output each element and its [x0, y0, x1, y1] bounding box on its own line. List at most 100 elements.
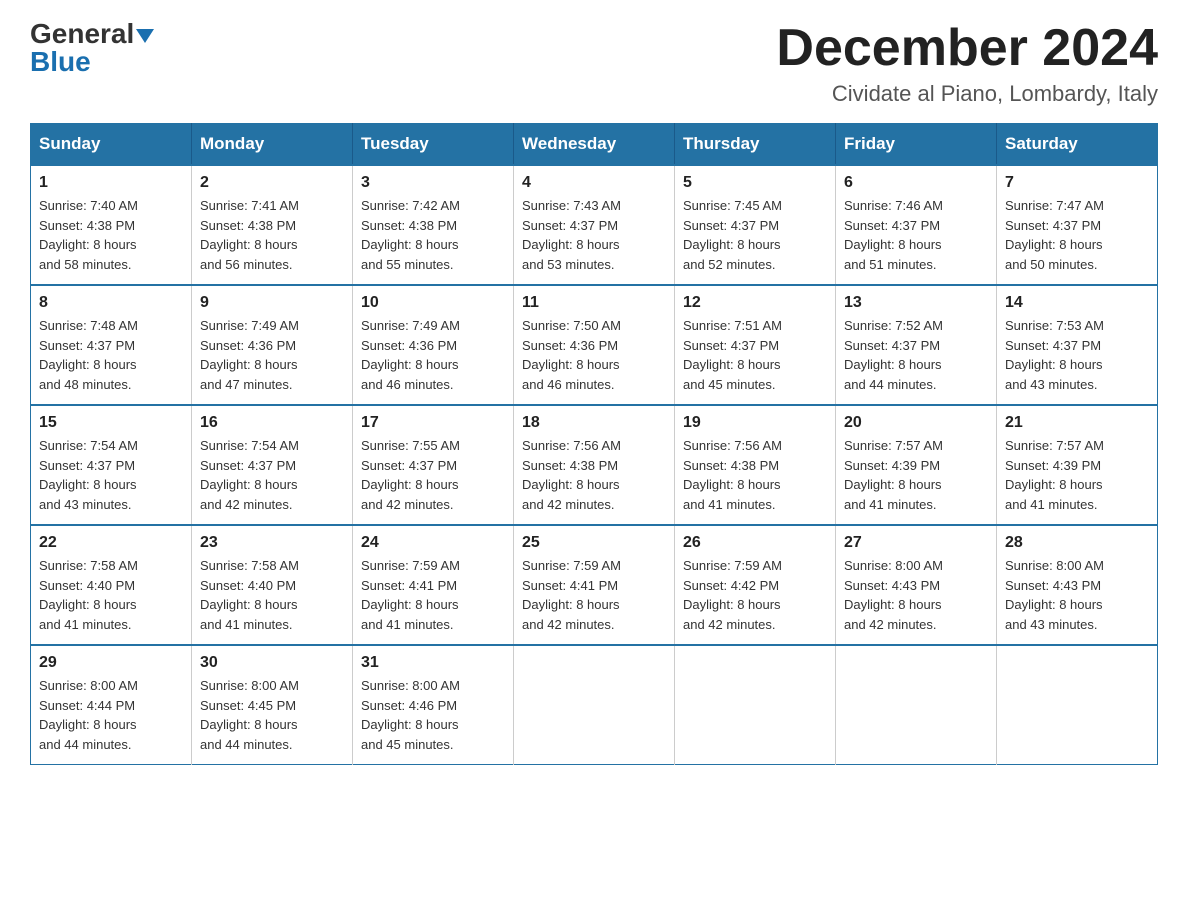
calendar-day-cell: 30 Sunrise: 8:00 AM Sunset: 4:45 PM Dayl… [192, 645, 353, 765]
calendar-day-cell: 24 Sunrise: 7:59 AM Sunset: 4:41 PM Dayl… [353, 525, 514, 645]
day-number: 11 [522, 294, 666, 312]
calendar-day-cell: 5 Sunrise: 7:45 AM Sunset: 4:37 PM Dayli… [675, 165, 836, 285]
calendar-empty-cell [997, 645, 1158, 765]
day-number: 9 [200, 294, 344, 312]
day-number: 22 [39, 534, 183, 552]
calendar-day-cell: 6 Sunrise: 7:46 AM Sunset: 4:37 PM Dayli… [836, 165, 997, 285]
day-number: 31 [361, 654, 505, 672]
day-number: 14 [1005, 294, 1149, 312]
logo-general-line: General [30, 20, 154, 48]
day-info: Sunrise: 7:52 AM Sunset: 4:37 PM Dayligh… [844, 316, 988, 394]
calendar-week-row: 29 Sunrise: 8:00 AM Sunset: 4:44 PM Dayl… [31, 645, 1158, 765]
column-header-wednesday: Wednesday [514, 124, 675, 166]
column-header-tuesday: Tuesday [353, 124, 514, 166]
day-number: 1 [39, 174, 183, 192]
day-number: 21 [1005, 414, 1149, 432]
day-info: Sunrise: 7:58 AM Sunset: 4:40 PM Dayligh… [39, 556, 183, 634]
column-header-monday: Monday [192, 124, 353, 166]
day-info: Sunrise: 8:00 AM Sunset: 4:46 PM Dayligh… [361, 676, 505, 754]
day-info: Sunrise: 7:59 AM Sunset: 4:41 PM Dayligh… [522, 556, 666, 634]
logo-triangle-icon [136, 29, 154, 43]
column-header-saturday: Saturday [997, 124, 1158, 166]
calendar-day-cell: 15 Sunrise: 7:54 AM Sunset: 4:37 PM Dayl… [31, 405, 192, 525]
logo-general-text: General [30, 18, 134, 49]
calendar-day-cell: 2 Sunrise: 7:41 AM Sunset: 4:38 PM Dayli… [192, 165, 353, 285]
day-info: Sunrise: 7:58 AM Sunset: 4:40 PM Dayligh… [200, 556, 344, 634]
day-number: 10 [361, 294, 505, 312]
calendar-day-cell: 22 Sunrise: 7:58 AM Sunset: 4:40 PM Dayl… [31, 525, 192, 645]
day-number: 12 [683, 294, 827, 312]
day-info: Sunrise: 7:41 AM Sunset: 4:38 PM Dayligh… [200, 196, 344, 274]
day-info: Sunrise: 7:59 AM Sunset: 4:41 PM Dayligh… [361, 556, 505, 634]
day-number: 24 [361, 534, 505, 552]
day-number: 8 [39, 294, 183, 312]
logo: General Blue [30, 20, 154, 76]
day-info: Sunrise: 7:46 AM Sunset: 4:37 PM Dayligh… [844, 196, 988, 274]
day-number: 7 [1005, 174, 1149, 192]
calendar-empty-cell [514, 645, 675, 765]
day-number: 25 [522, 534, 666, 552]
calendar-day-cell: 10 Sunrise: 7:49 AM Sunset: 4:36 PM Dayl… [353, 285, 514, 405]
day-info: Sunrise: 8:00 AM Sunset: 4:45 PM Dayligh… [200, 676, 344, 754]
calendar-day-cell: 26 Sunrise: 7:59 AM Sunset: 4:42 PM Dayl… [675, 525, 836, 645]
calendar-day-cell: 16 Sunrise: 7:54 AM Sunset: 4:37 PM Dayl… [192, 405, 353, 525]
calendar-empty-cell [836, 645, 997, 765]
day-number: 29 [39, 654, 183, 672]
calendar-day-cell: 13 Sunrise: 7:52 AM Sunset: 4:37 PM Dayl… [836, 285, 997, 405]
calendar-day-cell: 28 Sunrise: 8:00 AM Sunset: 4:43 PM Dayl… [997, 525, 1158, 645]
day-info: Sunrise: 7:56 AM Sunset: 4:38 PM Dayligh… [522, 436, 666, 514]
calendar-day-cell: 21 Sunrise: 7:57 AM Sunset: 4:39 PM Dayl… [997, 405, 1158, 525]
day-number: 19 [683, 414, 827, 432]
day-number: 4 [522, 174, 666, 192]
day-info: Sunrise: 7:56 AM Sunset: 4:38 PM Dayligh… [683, 436, 827, 514]
column-header-friday: Friday [836, 124, 997, 166]
column-header-thursday: Thursday [675, 124, 836, 166]
day-info: Sunrise: 7:47 AM Sunset: 4:37 PM Dayligh… [1005, 196, 1149, 274]
calendar-week-row: 8 Sunrise: 7:48 AM Sunset: 4:37 PM Dayli… [31, 285, 1158, 405]
day-number: 28 [1005, 534, 1149, 552]
day-number: 30 [200, 654, 344, 672]
calendar-day-cell: 29 Sunrise: 8:00 AM Sunset: 4:44 PM Dayl… [31, 645, 192, 765]
day-info: Sunrise: 8:00 AM Sunset: 4:43 PM Dayligh… [1005, 556, 1149, 634]
calendar-day-cell: 3 Sunrise: 7:42 AM Sunset: 4:38 PM Dayli… [353, 165, 514, 285]
page-header: General Blue December 2024 Cividate al P… [30, 20, 1158, 107]
day-info: Sunrise: 7:53 AM Sunset: 4:37 PM Dayligh… [1005, 316, 1149, 394]
title-block: December 2024 Cividate al Piano, Lombard… [776, 20, 1158, 107]
month-title: December 2024 [776, 20, 1158, 77]
calendar-header-row: SundayMondayTuesdayWednesdayThursdayFrid… [31, 124, 1158, 166]
column-header-sunday: Sunday [31, 124, 192, 166]
location: Cividate al Piano, Lombardy, Italy [776, 81, 1158, 107]
calendar-day-cell: 31 Sunrise: 8:00 AM Sunset: 4:46 PM Dayl… [353, 645, 514, 765]
calendar-week-row: 1 Sunrise: 7:40 AM Sunset: 4:38 PM Dayli… [31, 165, 1158, 285]
day-info: Sunrise: 7:54 AM Sunset: 4:37 PM Dayligh… [200, 436, 344, 514]
day-number: 18 [522, 414, 666, 432]
day-info: Sunrise: 7:40 AM Sunset: 4:38 PM Dayligh… [39, 196, 183, 274]
calendar-day-cell: 20 Sunrise: 7:57 AM Sunset: 4:39 PM Dayl… [836, 405, 997, 525]
day-info: Sunrise: 7:45 AM Sunset: 4:37 PM Dayligh… [683, 196, 827, 274]
calendar-day-cell: 19 Sunrise: 7:56 AM Sunset: 4:38 PM Dayl… [675, 405, 836, 525]
day-number: 3 [361, 174, 505, 192]
calendar-day-cell: 14 Sunrise: 7:53 AM Sunset: 4:37 PM Dayl… [997, 285, 1158, 405]
day-info: Sunrise: 7:49 AM Sunset: 4:36 PM Dayligh… [200, 316, 344, 394]
day-info: Sunrise: 7:55 AM Sunset: 4:37 PM Dayligh… [361, 436, 505, 514]
calendar-day-cell: 23 Sunrise: 7:58 AM Sunset: 4:40 PM Dayl… [192, 525, 353, 645]
calendar-day-cell: 12 Sunrise: 7:51 AM Sunset: 4:37 PM Dayl… [675, 285, 836, 405]
day-number: 23 [200, 534, 344, 552]
calendar-day-cell: 1 Sunrise: 7:40 AM Sunset: 4:38 PM Dayli… [31, 165, 192, 285]
day-info: Sunrise: 8:00 AM Sunset: 4:44 PM Dayligh… [39, 676, 183, 754]
day-info: Sunrise: 7:50 AM Sunset: 4:36 PM Dayligh… [522, 316, 666, 394]
day-number: 15 [39, 414, 183, 432]
day-info: Sunrise: 7:54 AM Sunset: 4:37 PM Dayligh… [39, 436, 183, 514]
calendar-day-cell: 9 Sunrise: 7:49 AM Sunset: 4:36 PM Dayli… [192, 285, 353, 405]
calendar-week-row: 15 Sunrise: 7:54 AM Sunset: 4:37 PM Dayl… [31, 405, 1158, 525]
calendar-day-cell: 17 Sunrise: 7:55 AM Sunset: 4:37 PM Dayl… [353, 405, 514, 525]
day-number: 5 [683, 174, 827, 192]
day-number: 20 [844, 414, 988, 432]
day-info: Sunrise: 7:51 AM Sunset: 4:37 PM Dayligh… [683, 316, 827, 394]
calendar-day-cell: 25 Sunrise: 7:59 AM Sunset: 4:41 PM Dayl… [514, 525, 675, 645]
day-number: 2 [200, 174, 344, 192]
day-info: Sunrise: 7:49 AM Sunset: 4:36 PM Dayligh… [361, 316, 505, 394]
day-info: Sunrise: 7:48 AM Sunset: 4:37 PM Dayligh… [39, 316, 183, 394]
logo-blue-text: Blue [30, 46, 91, 77]
day-number: 6 [844, 174, 988, 192]
